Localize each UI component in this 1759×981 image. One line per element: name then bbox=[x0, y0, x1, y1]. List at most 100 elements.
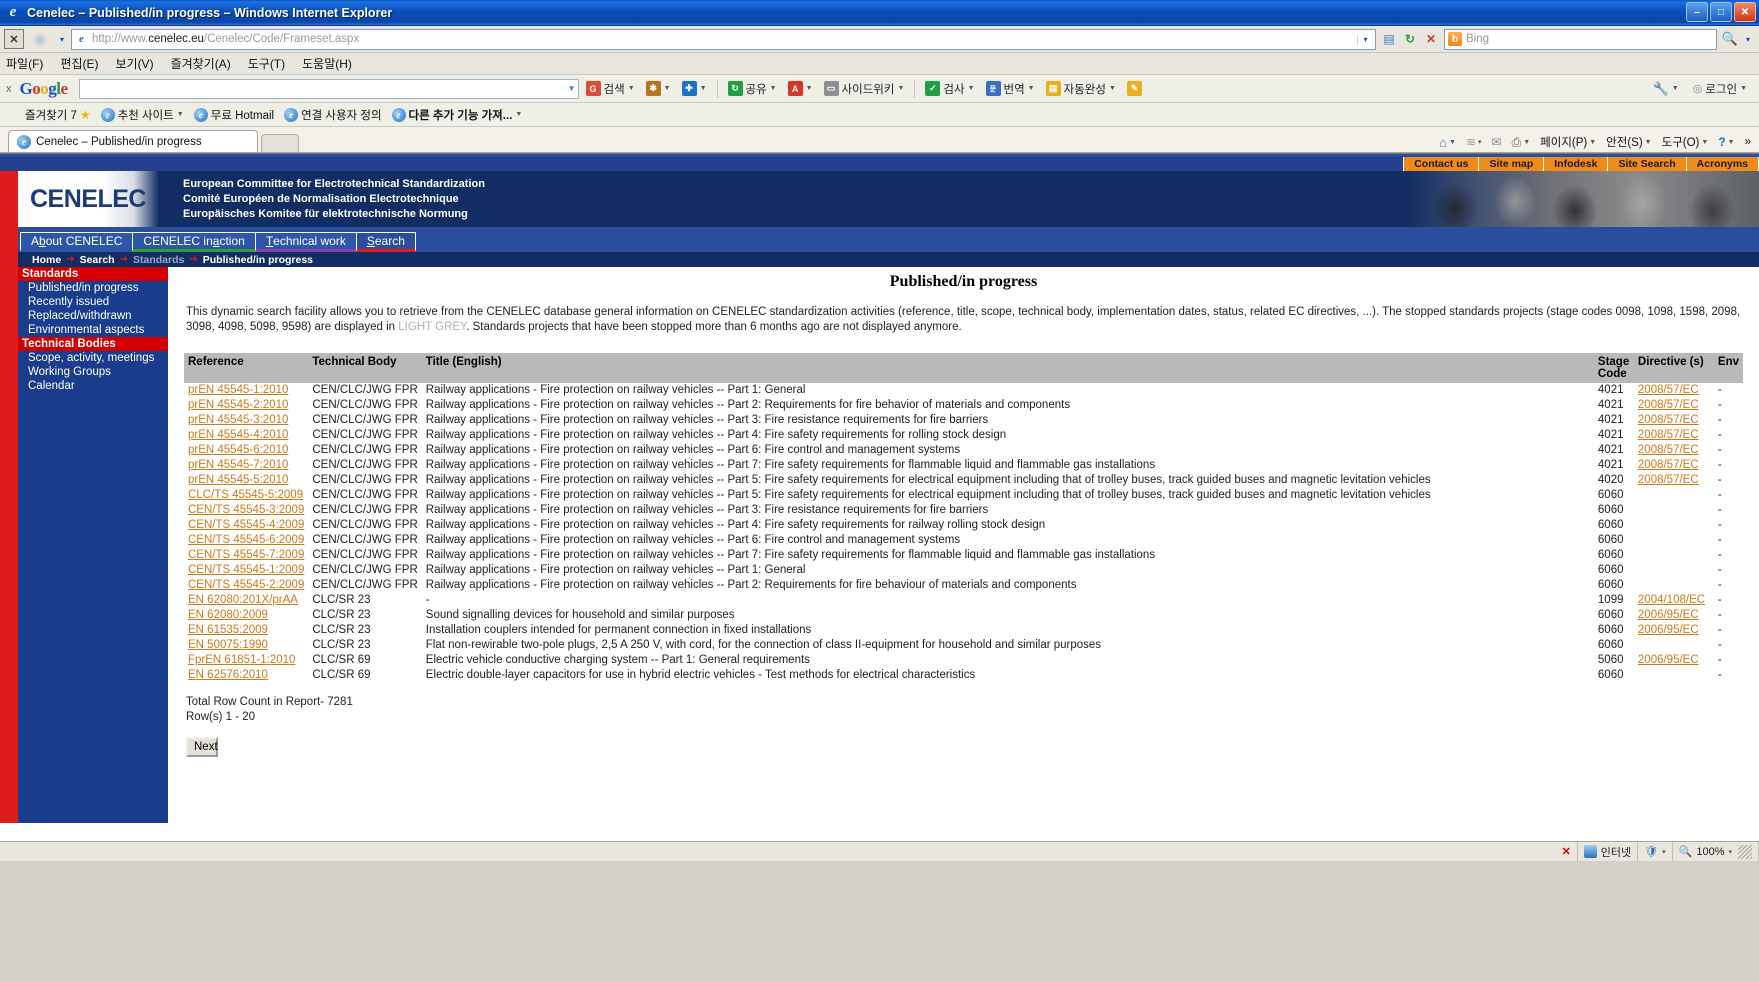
link-infodesk[interactable]: Infodesk bbox=[1544, 157, 1609, 171]
safety-menu[interactable]: 안전(S) ▼ bbox=[1602, 134, 1655, 150]
stop-icon[interactable]: ✕ bbox=[1421, 29, 1441, 50]
breadcrumb-standards[interactable]: Standards bbox=[133, 254, 184, 266]
security-zone[interactable]: 인터넷 bbox=[1578, 842, 1639, 861]
menu-edit[interactable]: 편집(E) bbox=[60, 55, 98, 72]
chevron-down-icon[interactable]: ▼ bbox=[1523, 139, 1530, 146]
reference-link[interactable]: FprEN 61851-1:2010 bbox=[188, 654, 295, 666]
chevron-down-icon[interactable]: ▼ bbox=[806, 85, 813, 92]
google-autofill-button[interactable]: ▤ 자동완성 ▼ bbox=[1042, 81, 1120, 97]
chevron-down-icon[interactable]: ▼ bbox=[1028, 85, 1035, 92]
reference-link[interactable]: EN 62576:2010 bbox=[188, 669, 268, 681]
chevron-down-icon[interactable]: ▼ bbox=[515, 111, 522, 118]
google-translate-alert-button[interactable]: A ▼ bbox=[784, 81, 817, 96]
chevron-down-icon[interactable]: ▼ bbox=[1109, 85, 1116, 92]
chevron-down-icon[interactable]: ▾ bbox=[1728, 848, 1732, 856]
reference-link[interactable]: CEN/TS 45545-7:2009 bbox=[188, 549, 304, 561]
directive-link[interactable]: 2006/95/EC bbox=[1638, 654, 1699, 666]
nav-tab-cenelec-in-action[interactable]: CENELEC in a ction bbox=[132, 232, 256, 252]
sidebar-item-replaced-withdrawn[interactable]: Replaced/withdrawn bbox=[18, 309, 168, 323]
close-button[interactable]: ✕ bbox=[1734, 2, 1756, 22]
link-contact-us[interactable]: Contact us bbox=[1403, 157, 1480, 171]
reference-link[interactable]: EN 62080:201X/prAA bbox=[188, 594, 298, 606]
chevron-down-icon[interactable]: ▼ bbox=[568, 84, 576, 93]
reference-link[interactable]: prEN 45545-5:2010 bbox=[188, 474, 288, 486]
hotmail-link[interactable]: e 무료 Hotmail bbox=[191, 107, 277, 123]
reference-link[interactable]: prEN 45545-1:2010 bbox=[188, 384, 288, 396]
cenelec-logo[interactable]: CENELEC bbox=[30, 185, 146, 214]
link-site-search[interactable]: Site Search bbox=[1608, 157, 1687, 171]
new-tab-button[interactable] bbox=[261, 134, 299, 152]
directive-link[interactable]: 2008/57/EC bbox=[1638, 459, 1699, 471]
command-overflow-button[interactable]: » bbox=[1741, 136, 1755, 148]
nav-tab-search[interactable]: Search bbox=[355, 232, 416, 252]
sidebar-item-recently-issued[interactable]: Recently issued bbox=[18, 295, 168, 309]
address-dropdown-icon[interactable]: ▾ bbox=[1357, 34, 1373, 44]
link-site-map[interactable]: Site map bbox=[1479, 157, 1545, 171]
directive-link[interactable]: 2008/57/EC bbox=[1638, 474, 1699, 486]
reference-link[interactable]: prEN 45545-7:2010 bbox=[188, 459, 288, 471]
mail-button[interactable]: ✉ bbox=[1488, 135, 1506, 149]
menu-favorites[interactable]: 즐겨찾기(A) bbox=[171, 55, 231, 72]
reference-link[interactable]: prEN 45545-2:2010 bbox=[188, 399, 288, 411]
chevron-down-icon[interactable]: ▼ bbox=[628, 85, 635, 92]
reference-link[interactable]: CEN/TS 45545-6:2009 bbox=[188, 534, 304, 546]
reference-link[interactable]: EN 62080:2009 bbox=[188, 609, 268, 621]
tools-menu[interactable]: 도구(O) ▼ bbox=[1658, 134, 1713, 150]
nav-tab-about-cenelec[interactable]: Ab out CENELEC bbox=[20, 232, 134, 252]
google-translate-button[interactable]: 문 번역 ▼ bbox=[982, 81, 1039, 97]
google-add-button[interactable]: ✚ ▼ bbox=[678, 81, 711, 96]
menu-help[interactable]: 도움말(H) bbox=[302, 55, 352, 72]
home-button[interactable]: ⌂ ▼ bbox=[1435, 135, 1460, 150]
address-input[interactable]: e http://www.cenelec.eu/Cenelec/Code/Fra… bbox=[71, 28, 1376, 50]
search-provider-dropdown-icon[interactable]: ▾ bbox=[1741, 35, 1755, 44]
directive-link[interactable]: 2008/57/EC bbox=[1638, 444, 1699, 456]
sidebar-item-published-in-progress[interactable]: Published/in progress bbox=[18, 281, 168, 295]
breadcrumb-search[interactable]: Search bbox=[80, 254, 115, 266]
directive-link[interactable]: 2006/95/EC bbox=[1638, 624, 1699, 636]
sidebar-item-scope-activity-meetings[interactable]: Scope, activity, meetings bbox=[18, 351, 168, 365]
google-sidewiki-button[interactable]: ▭ 사이드위키 ▼ bbox=[820, 81, 909, 97]
chevron-down-icon[interactable]: ▼ bbox=[1589, 139, 1596, 146]
chevron-down-icon[interactable]: ▼ bbox=[177, 111, 184, 118]
reference-link[interactable]: CEN/TS 45545-4:2009 bbox=[188, 519, 304, 531]
get-more-addons-link[interactable]: e 다른 추가 기능 가져... ▼ bbox=[389, 107, 526, 123]
directive-link[interactable]: 2008/57/EC bbox=[1638, 414, 1699, 426]
directive-link[interactable]: 2008/57/EC bbox=[1638, 399, 1699, 411]
chevron-down-icon[interactable]: ▼ bbox=[664, 85, 671, 92]
refresh-icon[interactable]: ↻ bbox=[1400, 29, 1420, 50]
reference-link[interactable]: CLC/TS 45545-5:2009 bbox=[188, 489, 303, 501]
google-search-button[interactable]: G 검색 ▼ bbox=[582, 81, 639, 97]
next-button[interactable]: Next bbox=[186, 737, 218, 757]
customize-links[interactable]: e 연결 사용자 정의 bbox=[281, 107, 384, 123]
breadcrumb-home[interactable]: Home bbox=[32, 254, 61, 266]
status-error-cell[interactable]: ✕ bbox=[1556, 842, 1578, 861]
favorites-button[interactable]: 즐겨찾기 7 ★ bbox=[22, 107, 94, 123]
directive-link[interactable]: 2008/57/EC bbox=[1638, 429, 1699, 441]
compatibility-view-icon[interactable]: ▤ bbox=[1379, 29, 1399, 50]
google-spellcheck-button[interactable]: ✓ 검사 ▼ bbox=[921, 81, 978, 97]
reference-link[interactable]: CEN/TS 45545-2:2009 bbox=[188, 579, 304, 591]
google-search-input[interactable]: ▼ bbox=[78, 78, 579, 99]
search-input[interactable]: b Bing bbox=[1444, 28, 1717, 50]
maximize-button[interactable]: □ bbox=[1710, 2, 1732, 22]
google-share-button[interactable]: ↻ 공유 ▼ bbox=[724, 81, 781, 97]
help-button[interactable]: ? ▼ bbox=[1714, 135, 1738, 149]
reference-link[interactable]: CEN/TS 45545-3:2009 bbox=[188, 504, 304, 516]
chevron-down-icon[interactable]: ▼ bbox=[700, 85, 707, 92]
chevron-down-icon[interactable]: ▼ bbox=[1449, 139, 1456, 146]
directive-link[interactable]: 2008/57/EC bbox=[1638, 384, 1699, 396]
reference-link[interactable]: CEN/TS 45545-1:2009 bbox=[188, 564, 304, 576]
directive-link[interactable]: 2006/95/EC bbox=[1638, 609, 1699, 621]
menu-tools[interactable]: 도구(T) bbox=[248, 55, 285, 72]
google-signin-button[interactable]: ◎ 로그인 ▼ bbox=[1689, 81, 1751, 97]
google-bookmarks-button[interactable]: ✱ ▼ bbox=[642, 81, 675, 96]
reference-link[interactable]: prEN 45545-3:2010 bbox=[188, 414, 288, 426]
google-toolbar-close-icon[interactable]: x bbox=[6, 83, 12, 95]
chevron-down-icon[interactable]: ▼ bbox=[1645, 139, 1652, 146]
directive-link[interactable]: 2004/108/EC bbox=[1638, 594, 1705, 606]
chevron-down-icon[interactable]: ▾ bbox=[1662, 848, 1666, 856]
menu-view[interactable]: 보기(V) bbox=[115, 55, 153, 72]
suggested-sites-button[interactable]: e 추천 사이트 ▼ bbox=[98, 107, 187, 123]
sidebar-item-calendar[interactable]: Calendar bbox=[18, 379, 168, 393]
browser-tab[interactable]: e Cenelec – Published/in progress bbox=[8, 130, 258, 152]
